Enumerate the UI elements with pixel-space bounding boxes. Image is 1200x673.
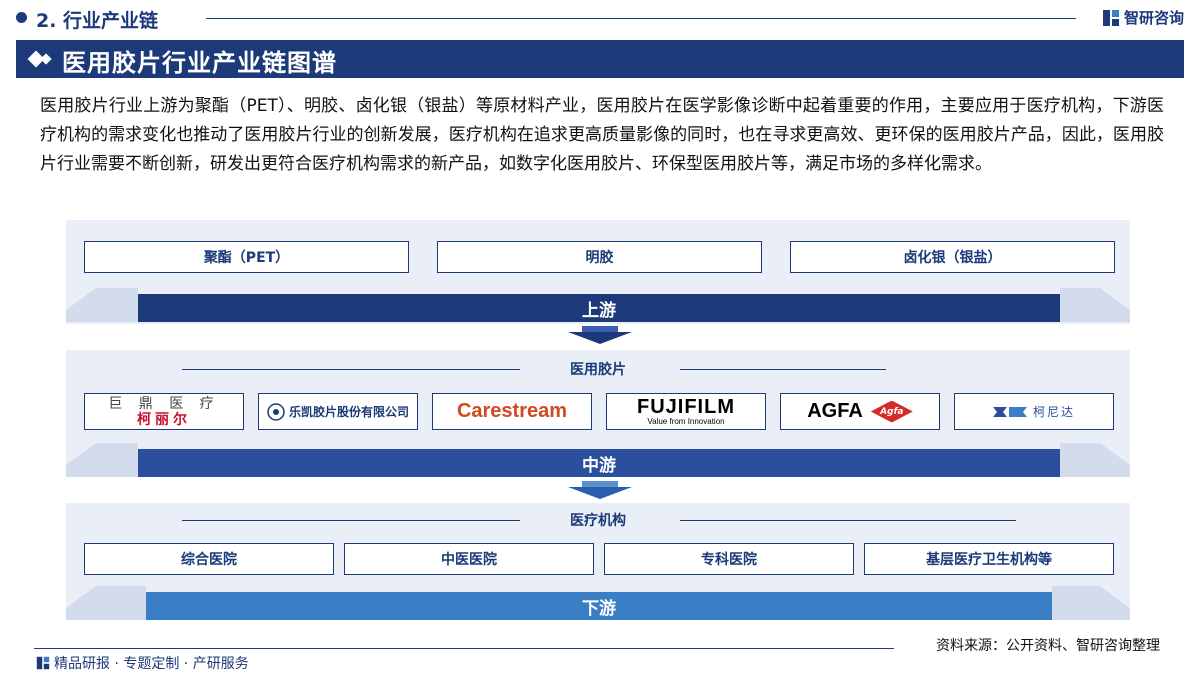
divider	[206, 18, 1076, 19]
title-banner: 医用胶片行业产业链图谱	[16, 40, 1184, 78]
logo-kelier: 巨 鼎 医 疗 柯丽尔	[84, 393, 244, 430]
brand-logo-icon	[36, 656, 50, 670]
upstream-band: 上游	[138, 294, 1060, 322]
section-header: 2. 行业产业链 智研咨询	[0, 0, 1200, 36]
upstream-item-pet: 聚酯（PET）	[84, 241, 409, 273]
brand-name: 智研咨询	[1123, 9, 1184, 27]
intro-paragraph: 医用胶片行业上游为聚酯（PET）、明胶、卤化银（银盐）等原材料产业，医用胶片在医…	[40, 96, 1164, 174]
logo-agfa: AGFA Agfa	[780, 393, 940, 430]
arrow-down-icon	[568, 326, 632, 344]
divider	[34, 648, 894, 649]
downstream-band: 下游	[146, 592, 1052, 620]
logo-agfa-mark: Agfa	[880, 406, 904, 417]
brand: 智研咨询	[1102, 7, 1184, 28]
kenida-logo-icon	[992, 406, 1027, 417]
source-note: 资料来源：公开资料、智研咨询整理	[936, 638, 1160, 654]
logo-lucky-film: 乐凯胶片股份有限公司	[258, 393, 418, 430]
lucky-logo-icon	[267, 402, 285, 421]
page-title: 医用胶片行业产业链图谱	[62, 49, 337, 77]
brand-logo-icon	[1102, 9, 1119, 26]
midstream-band: 中游	[138, 449, 1060, 477]
midstream-section-label: 医用胶片	[570, 362, 626, 378]
logo-kelier-line1: 巨 鼎 医 疗	[108, 395, 220, 412]
section-label: 2. 行业产业链	[36, 10, 159, 32]
downstream-item-general-hospital: 综合医院	[84, 543, 334, 575]
logo-fujifilm: FUJIFILM Value from Innovation	[606, 393, 766, 430]
downstream-item-primary-care: 基层医疗卫生机构等	[864, 543, 1114, 575]
divider	[182, 520, 520, 521]
agfa-rhombus-icon: Agfa	[870, 400, 913, 423]
downstream-section-label: 医疗机构	[570, 513, 626, 529]
diamond-icon	[40, 53, 52, 65]
divider	[680, 369, 886, 370]
logo-lucky-text: 乐凯胶片股份有限公司	[288, 405, 409, 419]
upstream-item-gelatin: 明胶	[437, 241, 762, 273]
arrow-down-icon	[568, 481, 632, 499]
footer-tagline: 精品研报 · 专题定制 · 产研服务	[54, 656, 249, 672]
downstream-item-specialty-hospital: 专科医院	[604, 543, 854, 575]
upstream-item-silver-halide: 卤化银（银盐）	[790, 241, 1115, 273]
logo-kenida-text: 柯尼达	[1032, 405, 1075, 419]
logo-fujifilm-text: FUJIFILM	[637, 396, 735, 418]
logo-fujifilm-sub: Value from Innovation	[647, 417, 725, 426]
logo-kelier-line2: 柯丽尔	[137, 411, 191, 428]
downstream-item-tcm-hospital: 中医医院	[344, 543, 594, 575]
logo-agfa-text: AGFA	[807, 400, 863, 422]
footer-brand: 精品研报 · 专题定制 · 产研服务	[36, 653, 249, 673]
logo-carestream-text: Carestream	[456, 400, 568, 422]
logo-kenida: 柯尼达	[954, 393, 1114, 430]
divider	[182, 369, 520, 370]
logo-carestream: Carestream	[432, 393, 592, 430]
divider	[680, 520, 1016, 521]
bullet-icon	[16, 12, 27, 23]
